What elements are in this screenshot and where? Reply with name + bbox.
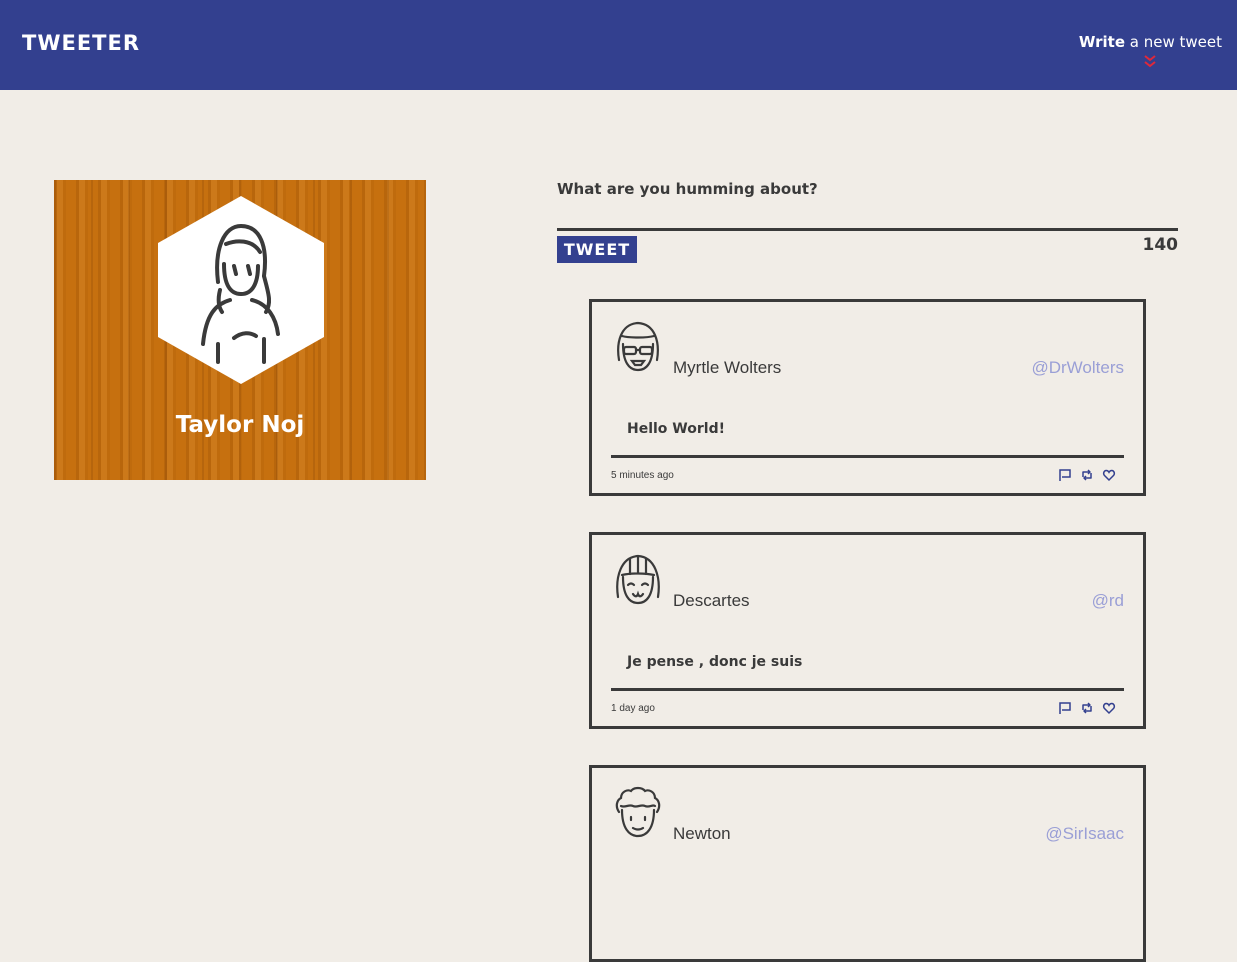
tweet-submit-button[interactable]: TWEET bbox=[557, 236, 637, 263]
tweet-actions bbox=[1058, 701, 1128, 715]
retweet-icon[interactable] bbox=[1080, 701, 1094, 715]
profile-avatar bbox=[158, 196, 324, 384]
tweet-timestamp: 1 day ago bbox=[611, 703, 655, 714]
tweet-author-name: Myrtle Wolters bbox=[673, 358, 782, 377]
compose-underline bbox=[557, 228, 1178, 231]
tweet-author-name: Newton bbox=[673, 824, 731, 843]
brand-logo[interactable]: TWEETER bbox=[22, 31, 140, 55]
tweet-divider bbox=[611, 688, 1124, 691]
top-nav: TWEETER Write a new tweet bbox=[0, 0, 1237, 90]
character-counter: 140 bbox=[1142, 235, 1179, 255]
retweet-icon[interactable] bbox=[1080, 468, 1094, 482]
tweet-author-name: Descartes bbox=[673, 591, 750, 610]
tweet-author-handle[interactable]: @DrWolters bbox=[1031, 358, 1124, 378]
compose-toggle-bold: Write bbox=[1078, 33, 1125, 51]
tweet-author-handle[interactable]: @SirIsaac bbox=[1045, 824, 1124, 844]
profile-card: Taylor Noj bbox=[54, 180, 426, 480]
bangs-avatar-icon bbox=[616, 554, 660, 605]
tweet-text: Hello World! bbox=[627, 421, 725, 437]
compose-toggle-button[interactable]: Write a new tweet bbox=[1079, 33, 1222, 68]
tweet-card: Newton @SirIsaac bbox=[589, 765, 1146, 962]
sunglasses-avatar-icon bbox=[617, 321, 659, 372]
compose-toggle-label: a new tweet bbox=[1125, 33, 1222, 51]
tweet-text: Je pense , donc je suis bbox=[627, 654, 803, 670]
heart-icon[interactable] bbox=[1102, 701, 1116, 715]
tweet-author-handle[interactable]: @rd bbox=[1092, 591, 1124, 611]
flag-icon[interactable] bbox=[1058, 468, 1072, 482]
tweet-timestamp: 5 minutes ago bbox=[611, 470, 674, 481]
curly-hair-avatar-icon bbox=[615, 786, 661, 838]
tweet-card: Myrtle Wolters @DrWolters Hello World! 5… bbox=[589, 299, 1146, 496]
tweet-divider bbox=[611, 455, 1124, 458]
tweet-card: Descartes @rd Je pense , donc je suis 1 … bbox=[589, 532, 1146, 729]
profile-name: Taylor Noj bbox=[175, 412, 305, 438]
double-chevron-down-icon bbox=[1144, 55, 1157, 68]
flag-icon[interactable] bbox=[1058, 701, 1072, 715]
heart-icon[interactable] bbox=[1102, 468, 1116, 482]
tweet-actions bbox=[1058, 468, 1128, 482]
compose-prompt[interactable]: What are you humming about? bbox=[557, 180, 818, 198]
